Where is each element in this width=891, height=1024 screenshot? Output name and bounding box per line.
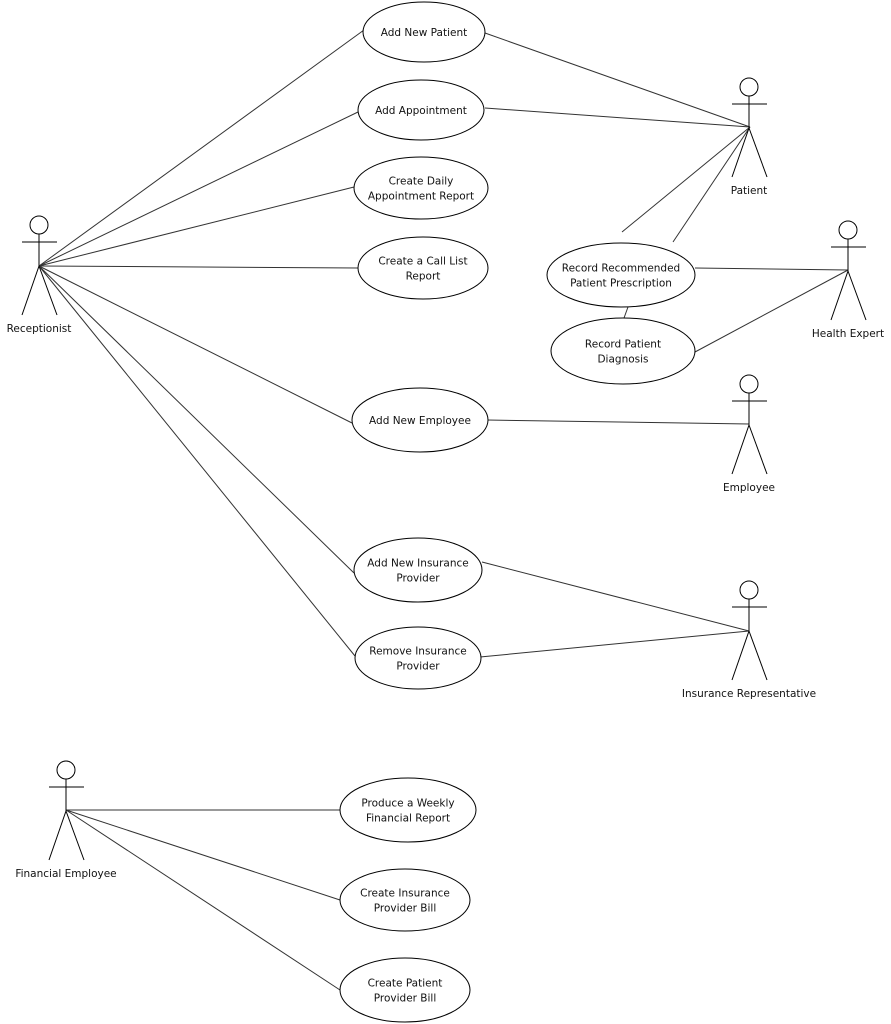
use-case-label: Produce a Weekly (361, 798, 454, 810)
use-case-label: Patient Prescription (570, 278, 672, 290)
actor-patient[interactable]: Patient (731, 77, 768, 197)
use-case-label: Provider (396, 573, 440, 585)
association-health_expert-prescription (694, 267, 849, 271)
use-case-label: Provider Bill (374, 903, 437, 915)
use-case-diagram: Add New Patient Add Appointment Create Dai… (0, 0, 891, 1024)
use-case-prescription[interactable]: Record Recommended Patient Prescription (546, 242, 696, 308)
use-case-weekly-report[interactable]: Produce a Weekly Financial Report (339, 777, 477, 843)
use-case-label: Add New Insurance (367, 558, 468, 570)
use-case-label: Create Daily (389, 176, 454, 188)
association-insurance_rep-remove_insurance (479, 630, 750, 658)
association-patient-add_appointment (484, 107, 751, 128)
actor-head-icon (29, 215, 49, 235)
actor-head-icon (739, 580, 759, 600)
actor-label: Patient (731, 185, 768, 197)
actor-financial-employee[interactable]: Financial Employee (15, 760, 117, 880)
diagram-svg: Add New Patient Add Appointment Create Dai… (7, 1, 884, 1023)
use-case-add-employee[interactable]: Add New Employee (351, 387, 489, 453)
use-case-label: Create a Call List (378, 256, 467, 268)
use-case-ellipse (357, 236, 489, 300)
actor-label: Receptionist (7, 323, 72, 335)
association-financial_employee-patient_bill (65, 809, 341, 991)
association-insurance_rep-add_insurance (481, 561, 750, 632)
actor-label: Insurance Representative (682, 688, 816, 700)
use-case-ellipse (353, 156, 489, 220)
use-case-label: Add New Patient (381, 27, 467, 39)
actor-right-leg (847, 270, 867, 321)
use-case-remove-insurance[interactable]: Remove Insurance Provider (354, 626, 482, 690)
use-case-add-appointment[interactable]: Add Appointment (357, 79, 485, 141)
use-case-label: Provider (396, 661, 440, 673)
use-case-diagnosis[interactable]: Record Patient Diagnosis (550, 317, 696, 385)
actor-employee[interactable]: Employee (723, 374, 775, 494)
actor-right-leg (748, 127, 768, 178)
association-receptionist-add_patient (38, 29, 365, 267)
actor-right-leg (748, 630, 768, 681)
use-case-label: Record Recommended (562, 263, 680, 275)
actor-head-icon (739, 374, 759, 394)
use-case-label: Record Patient (585, 339, 661, 351)
use-case-call-list[interactable]: Create a Call List Report (357, 236, 489, 300)
use-case-label: Add Appointment (375, 105, 467, 117)
use-case-daily-report[interactable]: Create Daily Appointment Report (353, 156, 489, 220)
use-case-label: Report (406, 271, 441, 283)
actor-left-leg (731, 630, 750, 681)
association-prescription-diagnosis (623, 306, 629, 319)
association-financial_employee-insurance_bill (65, 809, 341, 901)
use-case-ellipse (339, 868, 471, 932)
association-receptionist-add_appointment (38, 111, 359, 267)
use-case-ellipse (339, 957, 471, 1023)
actor-head-icon (838, 220, 858, 240)
actor-health-expert[interactable]: Health Expert (812, 220, 884, 340)
actor-label: Employee (723, 482, 775, 494)
association-receptionist-remove_insurance (38, 265, 356, 657)
use-case-label: Remove Insurance (369, 646, 466, 658)
actor-left-leg (830, 270, 849, 321)
actor-left-leg (21, 265, 40, 316)
association-receptionist-add_employee (38, 265, 353, 424)
use-case-label: Provider Bill (374, 993, 437, 1005)
actor-left-leg (48, 810, 67, 861)
association-patient-add_patient (484, 32, 751, 128)
actor-head-icon (739, 77, 759, 97)
use-case-label: Appointment Report (368, 191, 474, 203)
use-case-ellipse (550, 317, 696, 385)
use-case-label: Add New Employee (369, 415, 471, 427)
use-case-label: Create Patient (368, 978, 443, 990)
actor-label: Financial Employee (15, 868, 116, 880)
use-case-add-insurance[interactable]: Add New Insurance Provider (353, 537, 483, 603)
use-case-ellipse (353, 537, 483, 603)
actor-head-icon (56, 760, 76, 780)
actor-right-leg (748, 424, 768, 475)
use-case-ellipse (339, 777, 477, 843)
use-case-insurance-bill[interactable]: Create Insurance Provider Bill (339, 868, 471, 932)
use-case-patient-bill[interactable]: Create Patient Provider Bill (339, 957, 471, 1023)
use-case-label: Create Insurance (360, 888, 450, 900)
association-patient-prescription (621, 126, 751, 233)
use-case-add-patient[interactable]: Add New Patient (362, 1, 486, 63)
association-receptionist-call_list (38, 265, 359, 269)
association-employee-add_employee (486, 419, 750, 425)
use-case-ellipse (546, 242, 696, 308)
actor-insurance-rep[interactable]: Insurance Representative (682, 580, 816, 700)
use-case-label: Diagnosis (597, 354, 648, 366)
actor-label: Health Expert (812, 328, 884, 340)
association-receptionist-add_insurance (38, 265, 355, 574)
actor-receptionist[interactable]: Receptionist (7, 215, 72, 335)
use-case-ellipse (354, 626, 482, 690)
actor-right-leg (65, 810, 85, 861)
association-receptionist-daily_report (38, 186, 355, 267)
actor-left-leg (731, 424, 750, 475)
use-case-label: Financial Report (366, 813, 450, 825)
